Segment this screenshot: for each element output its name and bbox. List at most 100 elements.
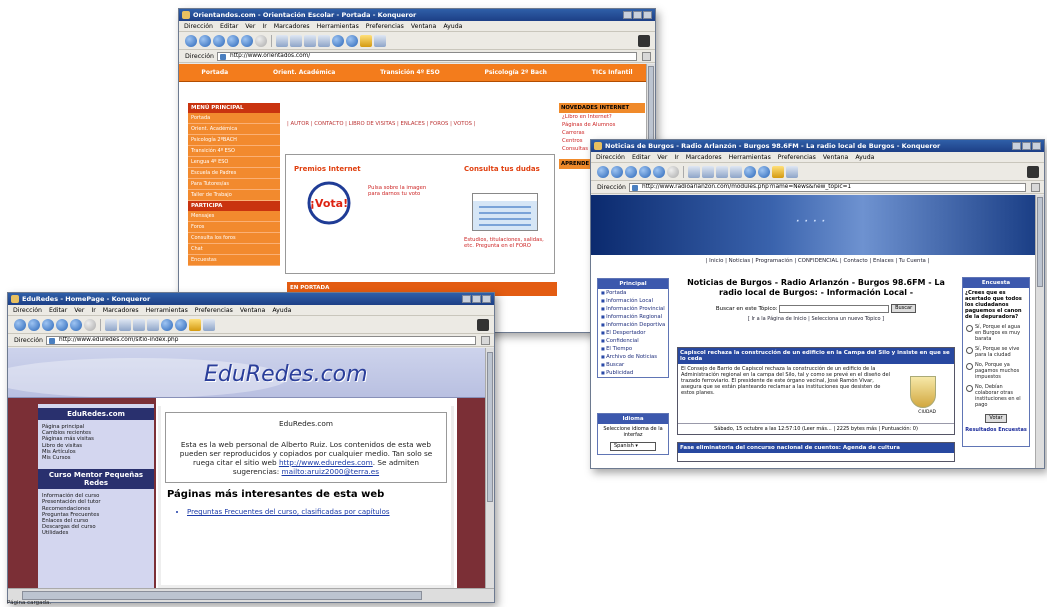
site-logo[interactable]: EduRedes.com xyxy=(204,362,368,387)
minimize-button[interactable] xyxy=(623,11,632,19)
principal-item[interactable]: Información Local xyxy=(598,297,668,305)
nav-orient-academica[interactable]: Orient. Académica xyxy=(273,69,335,76)
menu-preferencias[interactable]: Preferencias xyxy=(366,23,404,30)
menu-preferencias[interactable]: Preferencias xyxy=(778,154,816,161)
maximize-button[interactable] xyxy=(633,11,642,19)
zoom-in-icon[interactable] xyxy=(332,34,344,47)
menu-direccion[interactable]: Dirección xyxy=(13,307,42,314)
principal-item[interactable]: El Despertador xyxy=(598,329,668,337)
close-button[interactable] xyxy=(1032,142,1041,150)
minimize-button[interactable] xyxy=(462,295,471,303)
menu-ventana[interactable]: Ventana xyxy=(411,23,436,30)
copy-icon[interactable] xyxy=(119,318,131,331)
zoom-in-icon[interactable] xyxy=(744,165,756,178)
left-menu-item[interactable]: Taller de Trabajo xyxy=(188,190,280,201)
nav-psicologia[interactable]: Psicología 2º Bach xyxy=(485,69,547,76)
scroll-thumb[interactable] xyxy=(22,591,422,600)
principal-item[interactable]: Portada xyxy=(598,289,668,297)
forum-screenshot-image[interactable] xyxy=(472,193,538,231)
close-button[interactable] xyxy=(643,11,652,19)
poll-option[interactable]: No, Porque ya pagamos muchos impuestos xyxy=(963,360,1029,382)
menu-ayuda[interactable]: Ayuda xyxy=(855,154,874,161)
principal-item[interactable]: Información Provincial xyxy=(598,305,668,313)
participa-item[interactable]: Mensajes xyxy=(188,211,280,222)
poll-option[interactable]: Sí, Porque se vive para la ciudad xyxy=(963,344,1029,360)
back-icon[interactable] xyxy=(199,34,211,47)
stop-icon[interactable] xyxy=(667,165,679,178)
settings-icon[interactable] xyxy=(374,34,386,47)
menu-ir[interactable]: Ir xyxy=(674,154,678,161)
menu-ir[interactable]: Ir xyxy=(262,23,266,30)
title-bar[interactable]: Orientandos.com - Orientación Escolar - … xyxy=(179,9,655,21)
right-link[interactable]: ¿Libro en Internet? xyxy=(559,113,645,121)
back-icon[interactable] xyxy=(28,318,40,331)
vote-badge-image[interactable]: ¡Vota! xyxy=(298,181,360,225)
right-link[interactable]: Carreras xyxy=(559,129,645,137)
zoom-out-icon[interactable] xyxy=(758,165,770,178)
print-icon[interactable] xyxy=(318,34,330,47)
top-links[interactable]: | AUTOR | CONTACTO | LIBRO DE VISITAS | … xyxy=(287,121,476,127)
site-nav[interactable]: | Inicio | Noticias | Programación | CON… xyxy=(591,255,1044,267)
menu-marcadores[interactable]: Marcadores xyxy=(274,23,310,30)
left-menu-item[interactable]: Para Tutores/as xyxy=(188,179,280,190)
forward-icon[interactable] xyxy=(625,165,637,178)
reload-icon[interactable] xyxy=(241,34,253,47)
principal-item[interactable]: Información Deportiva xyxy=(598,321,668,329)
menu-ver[interactable]: Ver xyxy=(74,307,84,314)
title-bar[interactable]: EduRedes - HomePage - Konqueror xyxy=(8,293,494,305)
menu-ventana[interactable]: Ventana xyxy=(240,307,265,314)
results-link[interactable]: Resultados Encuestas xyxy=(963,427,1029,433)
cut-icon[interactable] xyxy=(276,34,288,47)
paste-icon[interactable] xyxy=(304,34,316,47)
language-select[interactable]: Spanish ▾ xyxy=(610,442,656,451)
search-input[interactable] xyxy=(779,304,890,313)
left-menu-item[interactable]: Portada xyxy=(188,113,280,124)
poll-option[interactable]: Sí, Porque el agua en Burgos es muy bara… xyxy=(963,322,1029,344)
news-title[interactable]: Fase eliminatoria del concurso nacional … xyxy=(678,443,954,453)
participa-item[interactable]: Chat xyxy=(188,244,280,255)
home-icon[interactable] xyxy=(227,34,239,47)
principal-item[interactable]: Confidencial xyxy=(598,337,668,345)
cut-icon[interactable] xyxy=(105,318,117,331)
forward-icon[interactable] xyxy=(213,34,225,47)
zoom-out-icon[interactable] xyxy=(175,318,187,331)
menu-editar[interactable]: Editar xyxy=(220,23,238,30)
nav-portada[interactable]: Portada xyxy=(201,69,228,76)
paste-icon[interactable] xyxy=(133,318,145,331)
menu-preferencias[interactable]: Preferencias xyxy=(195,307,233,314)
search-button[interactable]: Buscar xyxy=(891,304,917,313)
news-title[interactable]: Capiscol rechaza la construcción de un e… xyxy=(678,348,954,364)
vertical-scrollbar[interactable] xyxy=(485,348,494,588)
right-link[interactable]: Páginas de Alumnos xyxy=(559,121,645,129)
participa-item[interactable]: Foros xyxy=(188,222,280,233)
menu-ver[interactable]: Ver xyxy=(245,23,255,30)
nav-transicion[interactable]: Transición 4º ESO xyxy=(380,69,440,76)
settings-icon[interactable] xyxy=(786,165,798,178)
news-meta[interactable]: Sábado, 15 octubre a las 12:57:10 (Leer … xyxy=(678,423,954,432)
maximize-button[interactable] xyxy=(1022,142,1031,150)
zoom-out-icon[interactable] xyxy=(346,34,358,47)
menu-ir[interactable]: Ir xyxy=(91,307,95,314)
principal-item[interactable]: Información Regional xyxy=(598,313,668,321)
reload-icon[interactable] xyxy=(70,318,82,331)
minimize-button[interactable] xyxy=(1012,142,1021,150)
site-link[interactable]: http://www.eduredes.com xyxy=(279,458,373,467)
security-icon[interactable] xyxy=(360,34,372,47)
print-icon[interactable] xyxy=(147,318,159,331)
menu-direccion[interactable]: Dirección xyxy=(596,154,625,161)
copy-icon[interactable] xyxy=(290,34,302,47)
home-icon[interactable] xyxy=(639,165,651,178)
security-icon[interactable] xyxy=(772,165,784,178)
vertical-scrollbar[interactable] xyxy=(1035,195,1044,468)
go-button[interactable] xyxy=(1031,183,1040,192)
menu-marcadores[interactable]: Marcadores xyxy=(103,307,139,314)
close-button[interactable] xyxy=(482,295,491,303)
left-menu-item[interactable]: Escuela de Padres xyxy=(188,168,280,179)
sidebar-item[interactable]: Mis Cursos xyxy=(38,455,154,461)
search-links[interactable]: [ Ir a la Página de Inicio | Selecciona … xyxy=(677,316,955,322)
principal-item[interactable]: Publicidad xyxy=(598,369,668,377)
menu-herramientas[interactable]: Herramientas xyxy=(729,154,771,161)
menu-ver[interactable]: Ver xyxy=(657,154,667,161)
left-menu-item[interactable]: Transición 4º ESO xyxy=(188,146,280,157)
url-input[interactable]: http://www.radioarlanzon.com/modules.php… xyxy=(628,182,1026,192)
